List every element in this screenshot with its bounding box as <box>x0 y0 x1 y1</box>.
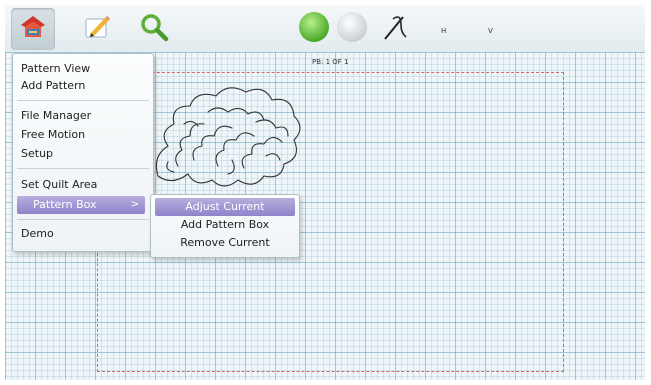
menu-item-setup[interactable]: Setup <box>21 145 53 163</box>
quilt-menu-icon <box>17 11 49 47</box>
chevron-right-icon: > <box>130 199 139 210</box>
menu-item-file-manager[interactable]: File Manager <box>21 107 91 125</box>
green-circle-icon <box>297 10 331 48</box>
menu-separator <box>17 100 149 101</box>
submenu-item-add-pattern-box[interactable]: Add Pattern Box <box>155 216 295 234</box>
menu-separator <box>17 219 149 220</box>
submenu-item-remove-current[interactable]: Remove Current <box>155 234 295 252</box>
menu-item-free-motion[interactable]: Free Motion <box>21 126 85 144</box>
stop-button[interactable] <box>330 8 374 50</box>
menu-item-pattern-view[interactable]: Pattern View <box>21 60 90 78</box>
pencil-button[interactable] <box>75 8 119 50</box>
needle-icon <box>379 11 411 47</box>
quilting-pattern[interactable] <box>148 76 308 194</box>
grey-circle-icon <box>335 10 369 48</box>
search-icon <box>138 11 170 47</box>
menu-separator <box>17 168 149 169</box>
pattern-box-submenu: Adjust Current Add Pattern Box Remove Cu… <box>150 194 300 258</box>
h-label: H <box>441 27 447 35</box>
app-window: H V PB: 1 OF 1 Pattern View Add Pattern … <box>0 0 651 385</box>
pattern-box-counter: PB: 1 OF 1 <box>312 58 349 66</box>
menu-item-demo[interactable]: Demo <box>21 225 54 243</box>
menu-item-set-quilt-area[interactable]: Set Quilt Area <box>21 176 97 194</box>
menu-item-add-pattern[interactable]: Add Pattern <box>21 77 85 95</box>
top-toolbar: H V <box>5 5 645 53</box>
quilt-menu-button[interactable] <box>11 8 55 50</box>
menu-item-pattern-box-label: Pattern Box <box>33 198 97 211</box>
main-menu: Pattern View Add Pattern File Manager Fr… <box>12 53 154 252</box>
submenu-item-adjust-current[interactable]: Adjust Current <box>155 198 295 216</box>
pencil-icon <box>81 11 113 47</box>
menu-item-pattern-box[interactable]: Pattern Box > <box>17 196 145 214</box>
search-button[interactable] <box>132 8 176 50</box>
needle-button[interactable] <box>373 8 417 50</box>
v-label: V <box>488 27 493 35</box>
